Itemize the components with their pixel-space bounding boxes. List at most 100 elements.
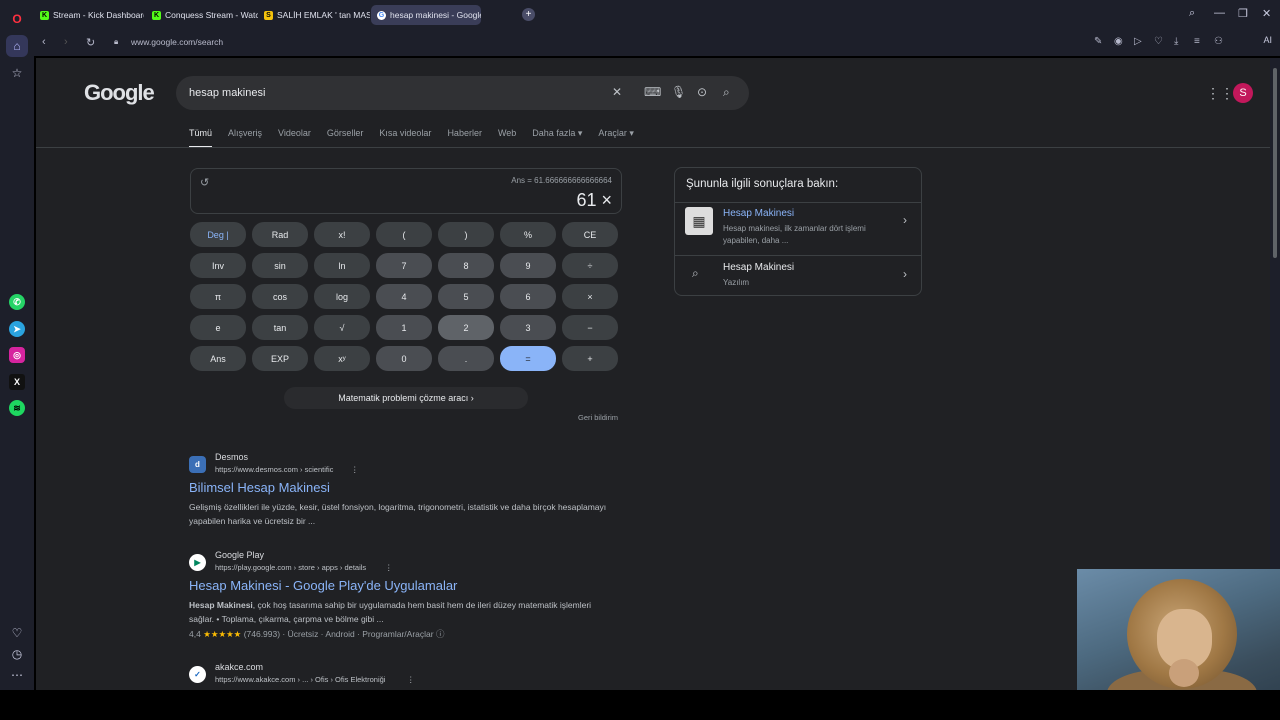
key-ce[interactable]: CE xyxy=(562,222,618,247)
key-pi[interactable]: π xyxy=(190,284,246,309)
key-minus[interactable]: − xyxy=(562,315,618,340)
edit-icon[interactable]: ✎ xyxy=(1094,36,1102,47)
tab-conquess-stream[interactable]: K Conquess Stream - Watch xyxy=(146,5,258,25)
key-ln[interactable]: ln xyxy=(314,253,370,278)
minimize-icon[interactable]: — xyxy=(1214,7,1225,19)
opera-logo-icon[interactable]: O xyxy=(6,8,28,30)
key-9[interactable]: 9 xyxy=(500,253,556,278)
search-input[interactable] xyxy=(189,76,589,110)
reload-icon[interactable]: ↻ xyxy=(86,36,95,49)
microphone-icon[interactable]: 🎙︎ xyxy=(671,85,686,99)
tab-news[interactable]: Haberler xyxy=(447,128,482,148)
key-5[interactable]: 5 xyxy=(438,284,494,309)
keyboard-icon[interactable]: ⌨ xyxy=(644,85,661,99)
tab-all[interactable]: Tümü xyxy=(189,128,213,148)
result-url[interactable]: https://play.google.com › store › apps ›… xyxy=(215,563,366,572)
key-8[interactable]: 8 xyxy=(438,253,494,278)
key-1[interactable]: 1 xyxy=(376,315,432,340)
key-4[interactable]: 4 xyxy=(376,284,432,309)
key-open-paren[interactable]: ( xyxy=(376,222,432,247)
tab-shopping[interactable]: Alışveriş xyxy=(228,128,262,148)
new-tab-plus-icon[interactable]: + xyxy=(522,8,535,21)
result-site-name[interactable]: Desmos xyxy=(215,452,248,462)
key-decimal[interactable]: . xyxy=(438,346,494,371)
ai-button[interactable]: AI xyxy=(1263,35,1272,45)
url-field[interactable]: www.google.com/search xyxy=(131,37,223,47)
bookmarks-star-icon[interactable]: ☆ xyxy=(6,62,28,84)
google-logo[interactable]: Google xyxy=(84,80,155,106)
key-6[interactable]: 6 xyxy=(500,284,556,309)
back-icon[interactable]: ‹ xyxy=(42,36,46,48)
info-icon[interactable]: ⓘ xyxy=(436,629,445,639)
key-deg[interactable]: Deg | xyxy=(190,222,246,247)
result-title-link[interactable]: Bilimsel Hesap Makinesi xyxy=(189,480,330,495)
tab-short-videos[interactable]: Kısa videolar xyxy=(379,128,431,148)
lens-camera-icon[interactable]: ⊙ xyxy=(697,85,707,99)
key-ans[interactable]: Ans xyxy=(190,346,246,371)
search-tabs-icon[interactable]: ⌕ xyxy=(1189,7,1195,20)
result-url[interactable]: https://www.akakce.com › ... › Ofis › Of… xyxy=(215,675,385,684)
key-inv[interactable]: Inv xyxy=(190,253,246,278)
history-clock-icon[interactable]: ◷ xyxy=(6,643,28,665)
key-plus[interactable]: + xyxy=(562,346,618,371)
heart-icon[interactable]: ♡ xyxy=(6,622,28,644)
key-e[interactable]: e xyxy=(190,315,246,340)
heart-icon[interactable]: ♡ xyxy=(1154,36,1163,47)
key-3[interactable]: 3 xyxy=(500,315,556,340)
instagram-icon[interactable]: ◎ xyxy=(9,347,25,363)
key-cos[interactable]: cos xyxy=(252,284,308,309)
telegram-icon[interactable]: ➤ xyxy=(9,321,25,337)
key-percent[interactable]: % xyxy=(500,222,556,247)
key-divide[interactable]: ÷ xyxy=(562,253,618,278)
chevron-right-icon[interactable]: › xyxy=(903,213,907,227)
result-more-options-icon[interactable]: ⋮ xyxy=(385,563,393,572)
key-0[interactable]: 0 xyxy=(376,346,432,371)
math-solver-button[interactable]: Matematik problemi çözme aracı › xyxy=(284,387,528,409)
clear-icon[interactable]: ✕ xyxy=(612,85,622,99)
result-site-name[interactable]: akakce.com xyxy=(215,662,263,672)
key-multiply[interactable]: × xyxy=(562,284,618,309)
key-equals[interactable]: = xyxy=(500,346,556,371)
tab-tools[interactable]: Araçlar ▾ xyxy=(598,128,634,148)
key-7[interactable]: 7 xyxy=(376,253,432,278)
result-more-options-icon[interactable]: ⋮ xyxy=(351,465,359,474)
tab-hesap-makinesi[interactable]: G hesap makinesi - Google × xyxy=(371,5,481,25)
related-item-title[interactable]: Hesap Makinesi xyxy=(723,208,794,219)
tab-web[interactable]: Web xyxy=(498,128,516,148)
key-tan[interactable]: tan xyxy=(252,315,308,340)
tab-images[interactable]: Görseller xyxy=(327,128,364,148)
profile-icon[interactable]: ⚇ xyxy=(1214,36,1223,47)
home-icon[interactable]: ⌂ xyxy=(6,35,28,57)
result-title-link[interactable]: Hesap Makinesi - Google Play'de Uygulama… xyxy=(189,578,457,593)
history-icon[interactable]: ↺ xyxy=(200,176,209,189)
result-url[interactable]: https://www.desmos.com › scientific xyxy=(215,465,333,474)
key-sin[interactable]: sin xyxy=(252,253,308,278)
related-item-title[interactable]: Hesap Makinesi xyxy=(723,262,794,273)
tab-salih-emlak[interactable]: S SALİH EMLAK ' tan MASRA xyxy=(258,5,370,25)
tab-videos[interactable]: Videolar xyxy=(278,128,311,148)
x-twitter-icon[interactable]: X xyxy=(9,374,25,390)
tab-kick-dashboard[interactable]: K Stream - Kick Dashboard xyxy=(34,5,144,25)
whatsapp-icon[interactable]: ✆ xyxy=(9,294,25,310)
chevron-right-icon[interactable]: › xyxy=(903,267,907,281)
key-power[interactable]: xʸ xyxy=(314,346,370,371)
avatar[interactable]: S xyxy=(1233,83,1253,103)
feedback-link[interactable]: Geri bildirim xyxy=(578,413,618,422)
forward-icon[interactable]: › xyxy=(64,36,68,48)
play-icon[interactable]: ▷ xyxy=(1134,36,1142,47)
key-log[interactable]: log xyxy=(314,284,370,309)
key-sqrt[interactable]: √ xyxy=(314,315,370,340)
menu-lines-icon[interactable]: ≡ xyxy=(1194,36,1200,47)
close-window-icon[interactable]: ✕ xyxy=(1262,7,1271,20)
maximize-icon[interactable]: ❐ xyxy=(1238,7,1248,20)
camera-icon[interactable]: ◉ xyxy=(1114,36,1123,47)
key-factorial[interactable]: x! xyxy=(314,222,370,247)
key-close-paren[interactable]: ) xyxy=(438,222,494,247)
search-box[interactable]: ✕ ⌨ 🎙︎ ⊙ ⌕ xyxy=(176,76,749,110)
key-exp[interactable]: EXP xyxy=(252,346,308,371)
key-2[interactable]: 2 xyxy=(438,315,494,340)
tab-more[interactable]: Daha fazla ▾ xyxy=(532,128,582,148)
download-icon[interactable]: ⤓ xyxy=(1174,36,1178,47)
result-more-options-icon[interactable]: ⋮ xyxy=(407,675,415,684)
key-rad[interactable]: Rad xyxy=(252,222,308,247)
